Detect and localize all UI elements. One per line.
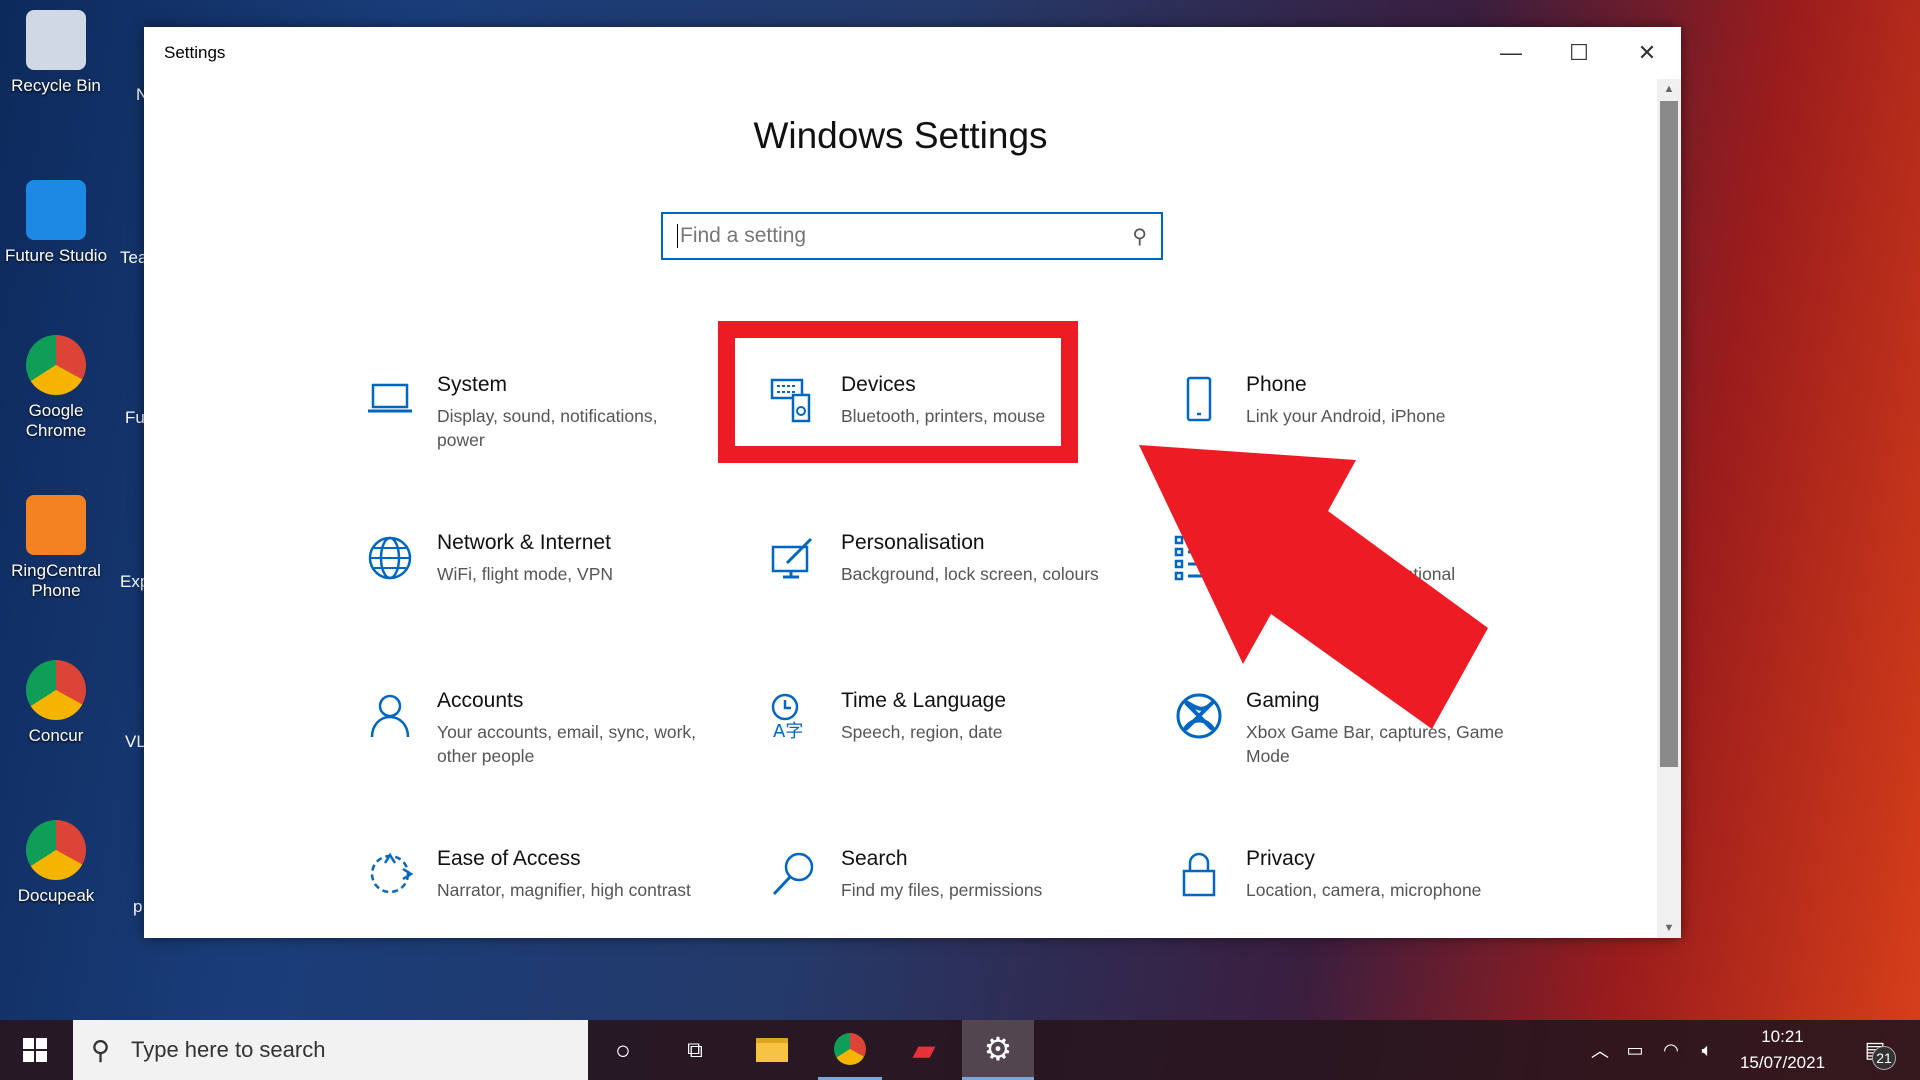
time: 10:21 bbox=[1761, 1027, 1804, 1046]
clock[interactable]: 10:21 15/07/2021 bbox=[1730, 1020, 1835, 1080]
red-arrow-annotation bbox=[1139, 445, 1488, 729]
taskbar-search-input[interactable]: ⚲ Type here to search bbox=[73, 1020, 588, 1080]
start-button[interactable] bbox=[0, 1020, 70, 1080]
action-center-button[interactable]: ▤ 21 bbox=[1850, 1020, 1900, 1080]
app-taskbar-icon[interactable]: ▰ bbox=[892, 1020, 956, 1080]
search-icon: ⚲ bbox=[91, 1034, 111, 1065]
taskbar-search-placeholder: Type here to search bbox=[131, 1037, 326, 1062]
task-view-icon[interactable]: ⧉ bbox=[665, 1020, 725, 1080]
notification-count-badge: 21 bbox=[1872, 1046, 1896, 1070]
file-explorer-icon[interactable] bbox=[740, 1020, 804, 1080]
date: 15/07/2021 bbox=[1739, 1053, 1826, 1072]
volume-icon[interactable]: 🔈︎ bbox=[1692, 1020, 1722, 1080]
chrome-taskbar-icon[interactable] bbox=[818, 1020, 882, 1080]
windows-logo-icon bbox=[23, 1038, 47, 1062]
settings-taskbar-icon[interactable]: ⚙ bbox=[962, 1020, 1034, 1080]
battery-icon[interactable]: ▭ bbox=[1620, 1020, 1650, 1080]
chevron-up-icon[interactable]: ︿ bbox=[1585, 1020, 1615, 1080]
wifi-icon[interactable]: ◠ bbox=[1656, 1020, 1686, 1080]
taskbar: ⚲ Type here to search ○ ⧉ ▰ ⚙ ︿ ▭ ◠ 🔈︎ 1… bbox=[0, 1020, 1920, 1080]
cortana-icon[interactable]: ○ bbox=[593, 1020, 653, 1080]
